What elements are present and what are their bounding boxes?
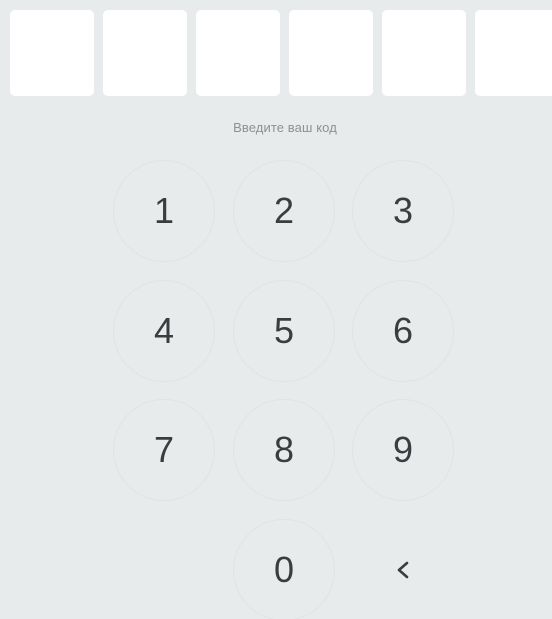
numeric-keypad: 1 2 3 4 5 6 7 8 9 0 [0, 0, 552, 619]
backspace-button[interactable] [352, 519, 454, 619]
key-1-label: 1 [153, 190, 175, 231]
key-3[interactable]: 3 [352, 160, 454, 262]
pin-entry-screen: Введите ваш код 1 2 3 4 5 6 7 8 9 0 [0, 0, 552, 619]
key-7-label: 7 [153, 429, 175, 470]
key-0-label: 0 [273, 549, 295, 590]
key-6-label: 6 [392, 310, 414, 351]
key-6[interactable]: 6 [352, 280, 454, 382]
key-4[interactable]: 4 [113, 280, 215, 382]
key-0[interactable]: 0 [233, 519, 335, 619]
key-9-label: 9 [392, 429, 414, 470]
key-3-label: 3 [392, 190, 414, 231]
key-5-label: 5 [273, 310, 295, 351]
key-2[interactable]: 2 [233, 160, 335, 262]
key-9[interactable]: 9 [352, 399, 454, 501]
key-1[interactable]: 1 [113, 160, 215, 262]
key-2-label: 2 [273, 190, 295, 231]
key-8[interactable]: 8 [233, 399, 335, 501]
key-5[interactable]: 5 [233, 280, 335, 382]
key-4-label: 4 [153, 310, 175, 351]
backspace-chevron-icon [397, 561, 409, 579]
key-7[interactable]: 7 [113, 399, 215, 501]
key-8-label: 8 [273, 429, 295, 470]
